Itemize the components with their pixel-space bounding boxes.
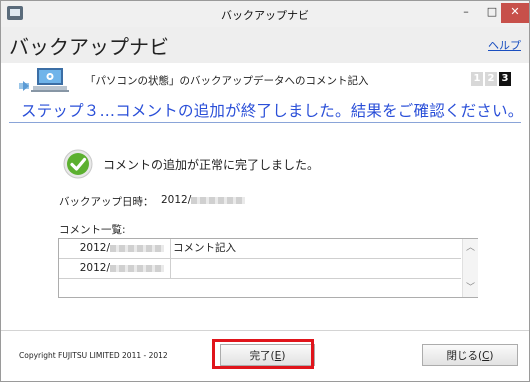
result-message: コメントの追加が正常に完了しました。	[103, 158, 320, 172]
title-bar[interactable]: バックアップナビ – □ ✕	[1, 1, 529, 27]
step-indicator: 123	[469, 71, 511, 86]
checkmark-icon	[63, 149, 93, 179]
scroll-down-icon[interactable]: ﹀	[463, 281, 478, 295]
list-item[interactable]: 2012/	[59, 259, 461, 279]
step-3-current: 3	[499, 72, 511, 86]
scroll-up-icon[interactable]: ︿	[463, 241, 478, 255]
step-header: 「パソコンの状態」のバックアップデータへのコメント記入 123	[1, 65, 529, 93]
app-window: バックアップナビ – □ ✕ バックアップナビ ヘルプ 「パソコンの状態」のバッ…	[0, 0, 530, 382]
list-item-comment: コメント記入	[173, 242, 236, 254]
computer-gear-icon	[19, 68, 69, 92]
help-link[interactable]: ヘルプ	[488, 37, 521, 53]
header-title: バックアップナビ	[9, 35, 169, 59]
backup-date-year: 2012/	[161, 194, 192, 206]
step-2: 2	[485, 72, 497, 86]
headline-divider	[9, 122, 521, 123]
list-item-date: 2012/	[59, 239, 171, 258]
footer-divider	[1, 330, 529, 331]
comment-list-label: コメント一覧:	[59, 224, 126, 236]
list-item[interactable]: 2012/ コメント記入	[59, 239, 461, 259]
step-description: 「パソコンの状態」のバックアップデータへのコメント記入	[85, 75, 369, 87]
list-scrollbar[interactable]: ︿ ﹀	[462, 239, 478, 297]
minimize-button[interactable]: –	[453, 3, 479, 23]
close-button[interactable]: 閉じる(C)	[422, 344, 518, 366]
step-1: 1	[471, 72, 483, 86]
backup-date-label: バックアップ日時：	[59, 196, 154, 208]
copyright: Copyright FUJITSU LIMITED 2011 - 2012	[19, 351, 168, 360]
finish-button-highlight	[212, 339, 314, 369]
app-header: バックアップナビ ヘルプ	[1, 27, 529, 63]
backup-date-value: 2012/	[161, 194, 246, 206]
list-item-date: 2012/	[59, 259, 171, 278]
comment-list[interactable]: 2012/ コメント記入 2012/ ︿ ﹀	[58, 238, 478, 298]
step-headline: ステップ３…コメントの追加が終了しました。結果をご確認ください。	[21, 102, 524, 120]
window-close-button[interactable]: ✕	[501, 3, 529, 23]
redacted-date	[191, 196, 246, 204]
window-title: バックアップナビ	[221, 9, 309, 22]
